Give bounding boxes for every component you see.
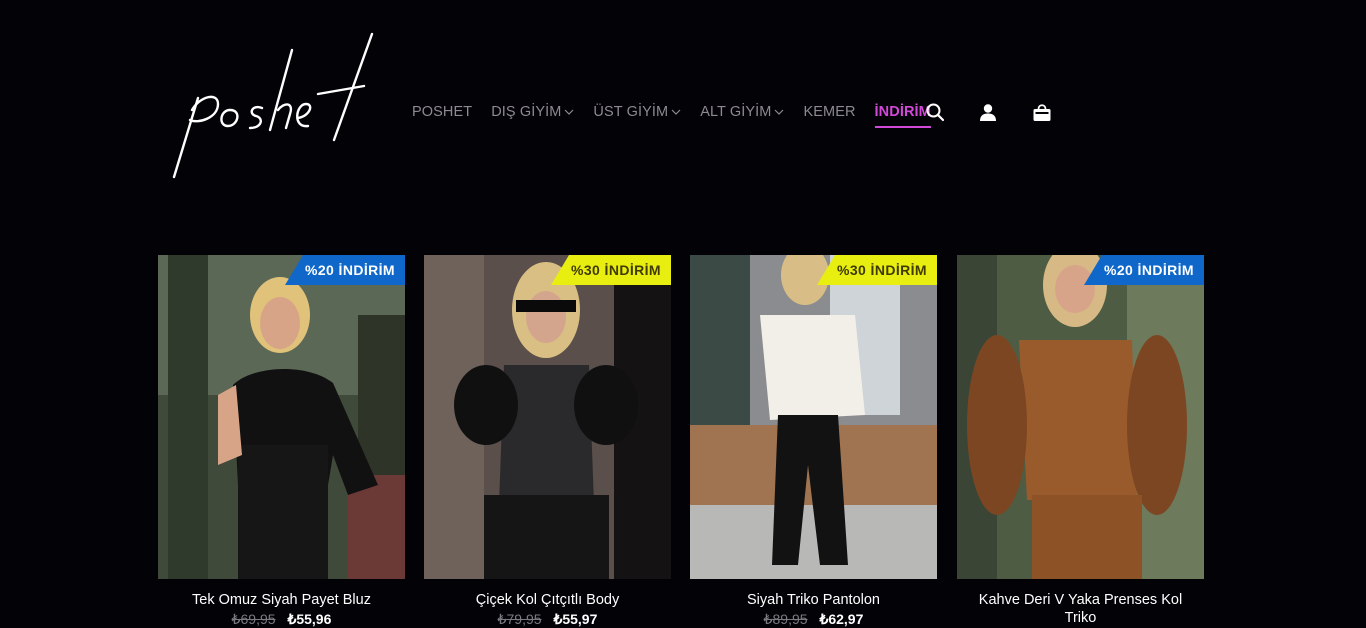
- product-image[interactable]: [158, 255, 405, 579]
- brand-logo[interactable]: [168, 30, 384, 180]
- product-title[interactable]: Kahve Deri V Yaka Prenses Kol Triko: [957, 591, 1204, 627]
- nav-item-label: DIŞ GİYİM: [491, 104, 562, 120]
- product-card[interactable]: %20 İNDİRİM Kahve Deri V Yaka Prenses Ko…: [957, 255, 1204, 627]
- chevron-down-icon: [671, 109, 681, 115]
- nav-item-indirim[interactable]: İNDİRİM: [874, 104, 932, 128]
- nav-item-kemer[interactable]: KEMER: [803, 104, 855, 120]
- nav-item-label: İNDİRİM: [874, 104, 931, 120]
- product-grid: %20 İNDİRİM Tek Omuz Siyah Payet Bluz ₺6…: [158, 255, 1208, 628]
- product-card[interactable]: %20 İNDİRİM Tek Omuz Siyah Payet Bluz ₺6…: [158, 255, 405, 628]
- nav-item-label: ALT GİYİM: [700, 104, 772, 120]
- nav-item-dis-giyim[interactable]: DIŞ GİYİM: [491, 104, 574, 120]
- cart-icon[interactable]: [1032, 102, 1052, 122]
- main-nav: POSHET DIŞ GİYİM ÜST GİYİM ALT GİYİM KEM…: [412, 100, 950, 128]
- nav-item-label: KEMER: [803, 104, 856, 120]
- product-title[interactable]: Siyah Triko Pantolon: [690, 591, 937, 609]
- nav-item-label: POSHET: [412, 104, 473, 120]
- discount-badge: %30 İNDİRİM: [817, 255, 937, 285]
- product-image[interactable]: [424, 255, 671, 579]
- product-price: ₺69,95 ₺55,96: [158, 611, 405, 628]
- nav-item-ust-giyim[interactable]: ÜST GİYİM: [593, 104, 681, 120]
- nav-item-alt-giyim[interactable]: ALT GİYİM: [700, 104, 784, 120]
- logo-script-image: [172, 32, 374, 179]
- product-title[interactable]: Çiçek Kol Çıtçıtlı Body: [424, 591, 671, 609]
- discount-badge: %20 İNDİRİM: [1084, 255, 1204, 285]
- product-card[interactable]: %30 İNDİRİM Çiçek Kol Çıtçıtlı Body ₺79,…: [424, 255, 671, 628]
- chevron-down-icon: [775, 109, 784, 115]
- product-card[interactable]: %30 İNDİRİM Siyah Triko Pantolon ₺89,95 …: [690, 255, 937, 628]
- account-icon[interactable]: [978, 102, 998, 122]
- discount-badge: %20 İNDİRİM: [285, 255, 405, 285]
- product-price: ₺79,95 ₺55,97: [424, 611, 671, 628]
- search-icon[interactable]: [925, 102, 945, 122]
- product-image[interactable]: [690, 255, 937, 579]
- product-price: ₺89,95 ₺62,97: [690, 611, 937, 628]
- nav-item-poshet[interactable]: POSHET: [412, 104, 472, 120]
- nav-item-label: ÜST GİYİM: [593, 104, 669, 120]
- product-image[interactable]: [957, 255, 1204, 579]
- discount-badge: %30 İNDİRİM: [551, 255, 671, 285]
- product-title[interactable]: Tek Omuz Siyah Payet Bluz: [158, 591, 405, 609]
- chevron-down-icon: [564, 109, 574, 115]
